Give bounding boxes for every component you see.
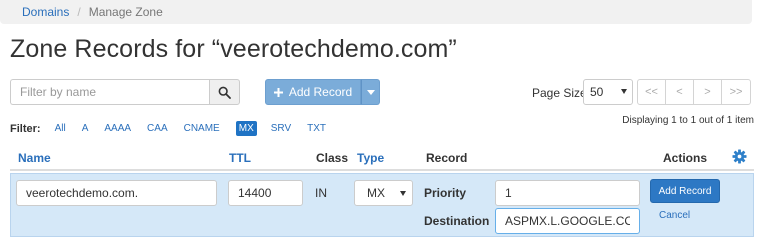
search-group: [10, 79, 240, 105]
table-header: Name TTL Class Type Record Actions: [10, 145, 754, 171]
filter-aaaa[interactable]: AAAA: [104, 123, 131, 134]
record-edit-row: IN MX Priority Destination Add Record Ca…: [10, 173, 754, 237]
chevron-down-icon: [400, 191, 406, 196]
gear-icon[interactable]: [732, 149, 747, 167]
add-record-group: Add Record: [265, 79, 380, 105]
plus-icon: [273, 87, 283, 97]
cancel-link[interactable]: Cancel: [659, 210, 690, 221]
add-record-dropdown-toggle[interactable]: [361, 79, 380, 105]
pagination: << < > >>: [637, 79, 751, 105]
search-input[interactable]: [10, 79, 209, 105]
page-size-label: Page Size: [532, 86, 587, 100]
destination-input[interactable]: [495, 208, 640, 234]
filter-label: Filter:: [10, 122, 41, 135]
record-type-select[interactable]: MX: [354, 180, 413, 206]
submit-record-button[interactable]: Add Record: [650, 179, 720, 203]
filter-mx[interactable]: MX: [235, 121, 257, 136]
prev-page-button[interactable]: <: [665, 79, 694, 105]
filter-a[interactable]: A: [82, 123, 89, 134]
record-type-value: MX: [367, 186, 385, 200]
filter-bar: Filter: All A AAAA CAA CNAME MX SRV TXT: [10, 121, 342, 136]
pagination-summary: Displaying 1 to 1 out of 1 item: [622, 115, 754, 126]
first-page-button[interactable]: <<: [637, 79, 666, 105]
filter-txt[interactable]: TXT: [307, 123, 326, 134]
record-class: IN: [315, 186, 327, 200]
priority-input[interactable]: [495, 180, 640, 206]
search-button[interactable]: [209, 79, 240, 105]
chevron-down-icon: [621, 89, 627, 94]
column-ttl[interactable]: TTL: [229, 151, 251, 165]
filter-caa[interactable]: CAA: [147, 123, 168, 134]
last-page-button[interactable]: >>: [721, 79, 751, 105]
breadcrumb-current: Manage Zone: [88, 5, 163, 19]
add-record-button[interactable]: Add Record: [265, 79, 361, 105]
column-record: Record: [426, 151, 468, 165]
filter-srv[interactable]: SRV: [271, 123, 291, 134]
page-size-value: 50: [590, 85, 604, 99]
page-size-select[interactable]: 50: [583, 79, 633, 105]
column-type[interactable]: Type: [357, 151, 384, 165]
column-name[interactable]: Name: [18, 151, 51, 165]
record-name-input[interactable]: [16, 180, 217, 206]
breadcrumb: Domains / Manage Zone: [0, 0, 752, 24]
column-actions: Actions: [663, 151, 708, 165]
priority-label: Priority: [424, 186, 467, 200]
add-record-label: Add Record: [288, 85, 353, 99]
filter-all[interactable]: All: [55, 123, 66, 134]
page-title: Zone Records for “veerotechdemo.com”: [10, 35, 457, 63]
breadcrumb-domains-link[interactable]: Domains: [22, 5, 69, 19]
breadcrumb-separator: /: [77, 5, 81, 19]
chevron-down-icon: [366, 89, 375, 95]
destination-label: Destination: [424, 214, 490, 228]
record-ttl-input[interactable]: [228, 180, 303, 206]
search-icon: [218, 86, 231, 99]
column-class: Class: [316, 151, 349, 165]
next-page-button[interactable]: >: [693, 79, 722, 105]
filter-cname[interactable]: CNAME: [184, 123, 220, 134]
